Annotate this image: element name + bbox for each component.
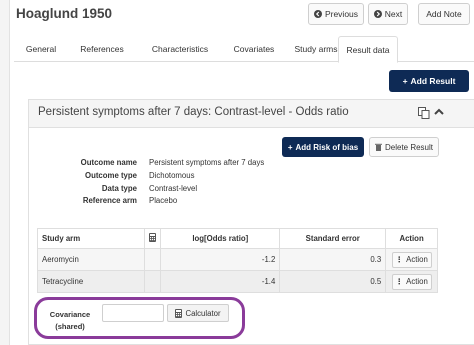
result-data-table: Study arm log[Odds ratio] Standard error…: [36, 228, 438, 293]
plus-icon: +: [402, 76, 408, 86]
column-header-standard-error: Standard error: [279, 228, 387, 249]
tab-bar: General References Characteristics Covar…: [14, 36, 474, 63]
next-button[interactable]: Next: [368, 3, 408, 25]
vertical-ellipsis-icon: ⋮: [395, 277, 404, 286]
tab-result-data[interactable]: Result data: [338, 36, 398, 63]
calculator-cell: [144, 270, 162, 293]
standard-error-cell[interactable]: 0.5: [279, 270, 387, 293]
tab-label: Covariates: [233, 44, 275, 54]
reference-arm-value: Placebo: [149, 196, 178, 205]
outcome-name-value: Persistent symptoms after 7 days: [149, 158, 265, 167]
column-header-action: Action: [385, 228, 438, 249]
log-odds-ratio-cell[interactable]: -1.4: [160, 270, 281, 293]
panel-title: Persistent symptoms after 7 days: Contra…: [38, 106, 349, 118]
action-cell: ⋮ Action: [385, 248, 438, 271]
tab-label: General: [25, 44, 57, 54]
outcome-type-value: Dichotomous: [149, 171, 195, 180]
outcome-name-label: Outcome name: [80, 158, 137, 167]
add-note-button[interactable]: Add Note: [418, 3, 470, 25]
reference-arm-label: Reference arm: [82, 196, 137, 205]
action-label: Action: [406, 255, 428, 264]
calculator-icon: [149, 233, 157, 242]
tab-characteristics[interactable]: Characteristics: [136, 36, 224, 62]
previous-label: Previous: [324, 9, 359, 19]
tab-references[interactable]: References: [68, 36, 136, 62]
panel-header: Persistent symptoms after 7 days: Contra…: [29, 100, 474, 128]
add-risk-of-bias-label: Add Risk of bias: [295, 142, 359, 152]
copy-icon[interactable]: [418, 107, 430, 119]
tab-label: References: [80, 44, 124, 54]
chevron-up-icon[interactable]: [434, 107, 444, 117]
log-odds-ratio-cell[interactable]: -1.2: [160, 248, 281, 271]
plus-icon: +: [287, 142, 293, 152]
left-sidebar-strip: [0, 0, 10, 345]
add-note-label: Add Note: [426, 9, 462, 19]
outcome-type-label: Outcome type: [85, 171, 137, 180]
covariance-highlight-outline: [34, 297, 245, 339]
add-result-label: Add Result: [410, 76, 456, 86]
delete-result-button[interactable]: Delete Result: [369, 137, 439, 157]
study-arm-cell: Aeromycin: [36, 248, 146, 271]
column-header-calculator: [144, 228, 162, 249]
table-row: Aeromycin -1.2 0.3 ⋮ Action: [36, 248, 438, 271]
tab-covariates[interactable]: Covariates: [224, 36, 284, 62]
delete-result-label: Delete Result: [384, 142, 434, 152]
column-header-study-arm: Study arm: [36, 228, 146, 249]
next-label: Next: [384, 9, 403, 19]
row-action-button[interactable]: ⋮ Action: [391, 273, 432, 290]
action-label: Action: [406, 277, 428, 286]
data-type-label: Data type: [101, 184, 137, 193]
action-cell: ⋮ Action: [385, 270, 438, 293]
calculator-cell: [144, 248, 162, 271]
tab-label: Study arms: [294, 44, 338, 54]
chevron-left-circle-icon: [313, 10, 322, 18]
study-arm-cell: Tetracycline: [36, 270, 146, 293]
row-action-button[interactable]: ⋮ Action: [391, 251, 432, 268]
page-title: Hoaglund 1950: [16, 6, 113, 21]
previous-button[interactable]: Previous: [308, 3, 364, 25]
vertical-ellipsis-icon: ⋮: [395, 255, 404, 264]
trash-icon: [374, 143, 382, 151]
chevron-right-circle-icon: [373, 10, 382, 18]
data-type-value: Contrast-level: [149, 184, 198, 193]
tab-label: Characteristics: [151, 44, 209, 54]
add-result-button[interactable]: + Add Result: [389, 70, 469, 92]
tab-label: Result data: [346, 44, 390, 55]
add-risk-of-bias-button[interactable]: + Add Risk of bias: [282, 137, 364, 157]
standard-error-cell[interactable]: 0.3: [279, 248, 387, 271]
tab-general[interactable]: General: [14, 36, 68, 62]
table-row: Tetracycline -1.4 0.5 ⋮ Action: [36, 270, 438, 293]
column-header-log-odds-ratio: log[Odds ratio]: [160, 228, 281, 249]
